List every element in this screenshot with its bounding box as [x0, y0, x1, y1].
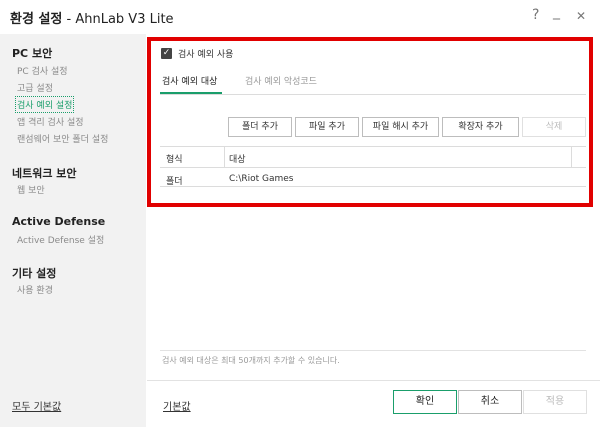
- ok-button[interactable]: 확인: [393, 390, 457, 414]
- highlight-box: [147, 37, 593, 207]
- help-icon[interactable]: ?: [532, 7, 539, 23]
- window-title-main: 환경 설정: [10, 12, 63, 27]
- footer-divider: [147, 380, 600, 381]
- sidebar-section-other-settings[interactable]: 기타 설정: [12, 265, 56, 281]
- minimize-icon[interactable]: _: [553, 4, 560, 20]
- apply-button[interactable]: 적용: [523, 390, 587, 414]
- reset-all-defaults-link[interactable]: 모두 기본값: [12, 398, 61, 413]
- sidebar-item-app-isolation-scan[interactable]: 앱 격리 검사 설정: [17, 115, 84, 128]
- sidebar-item-ransomware-folder[interactable]: 랜섬웨어 보안 폴더 설정: [17, 132, 108, 145]
- cancel-button[interactable]: 취소: [458, 390, 522, 414]
- sidebar-section-active-defense[interactable]: Active Defense: [12, 215, 105, 228]
- sidebar-section-network-security[interactable]: 네트워크 보안: [12, 165, 77, 181]
- window-title-app: - AhnLab V3 Lite: [62, 12, 174, 27]
- sidebar-item-scan-exceptions[interactable]: 검사 예외 설정: [14, 96, 75, 113]
- default-link[interactable]: 기본값: [163, 398, 191, 413]
- sidebar-item-active-defense-settings[interactable]: Active Defense 설정: [17, 233, 104, 246]
- limit-note: 검사 예외 대상은 최대 50개까지 추가할 수 있습니다.: [162, 356, 340, 365]
- window-title: 환경 설정 - AhnLab V3 Lite: [10, 8, 174, 27]
- title-bar: 환경 설정 - AhnLab V3 Lite ? _ ✕: [0, 0, 600, 34]
- sidebar-item-advanced-settings[interactable]: 고급 설정: [17, 81, 53, 94]
- sidebar-section-pc-security[interactable]: PC 보안: [12, 45, 52, 61]
- sidebar-item-pc-scan-settings[interactable]: PC 검사 설정: [17, 64, 68, 77]
- close-icon[interactable]: ✕: [576, 9, 586, 23]
- sidebar-item-web-security[interactable]: 웹 보안: [17, 183, 45, 196]
- sidebar-item-usage-environment[interactable]: 사용 환경: [17, 283, 53, 296]
- note-divider: [160, 350, 586, 351]
